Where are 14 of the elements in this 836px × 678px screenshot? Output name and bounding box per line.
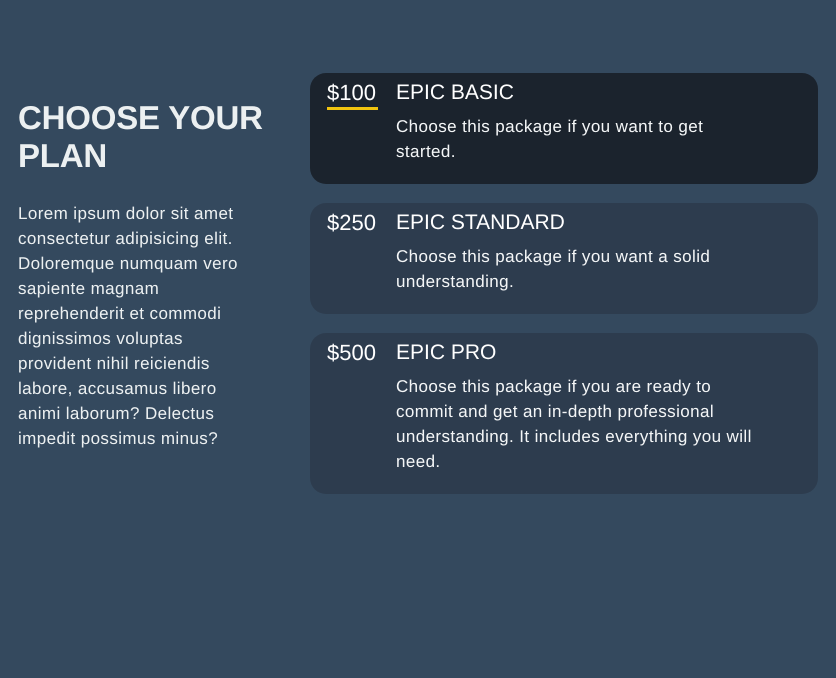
plan-description: Choose this package if you are ready to commit and get an in-depth professional understanding. It includes everything you will need.: [396, 376, 753, 473]
plan-name: EPIC PRO: [396, 341, 498, 365]
plan-card[interactable]: $500 EPIC PRO Choose this package if you are ready to commit and get an in-depth professional understanding. It includes everything you will need.: [310, 333, 818, 494]
section-title: CHOOSE YOUR PLAN: [18, 99, 264, 175]
plan-price: $500: [327, 341, 377, 367]
plan-card[interactable]: $100 EPIC BASIC Choose this package if you want to get started.: [310, 73, 818, 184]
plan-price: $100: [327, 81, 378, 110]
plan-description: Choose this package if you want a solid understanding.: [396, 246, 712, 293]
plan-name: EPIC STANDARD: [396, 211, 566, 235]
plan-price: $250: [327, 211, 377, 237]
plan-card[interactable]: $250 EPIC STANDARD Choose this package if you want a solid understanding.: [310, 203, 818, 314]
intro-paragraph: Lorem ipsum dolor sit amet consectetur adipisicing elit. Doloremque numquam vero sapiente magnam reprehenderit et commodi dignissimos voluptas provident nihil reiciendis labore, accusamus libero animi laborum? Delectus impedit possimus minus?: [18, 203, 239, 450]
plan-description: Choose this package if you want to get started.: [396, 116, 704, 163]
plan-name: EPIC BASIC: [396, 81, 515, 105]
